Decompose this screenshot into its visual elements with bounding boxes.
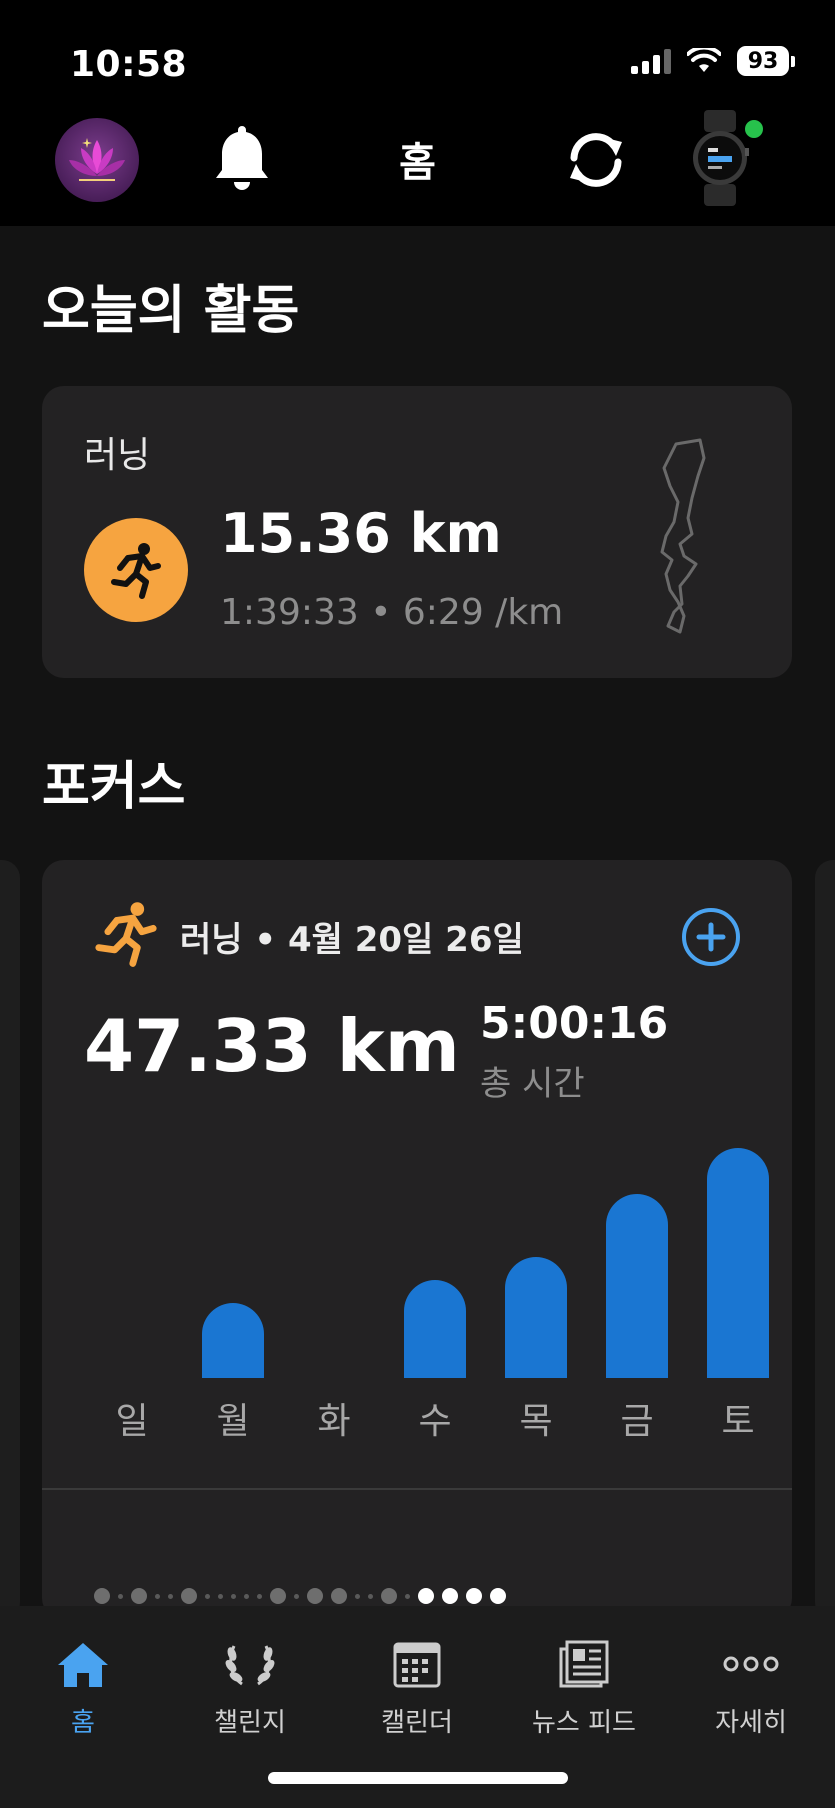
tab-label: 자세히 xyxy=(715,1708,787,1738)
chart-day-label: 수 xyxy=(418,1401,452,1442)
page-dot[interactable] xyxy=(307,1588,323,1604)
page-dot[interactable] xyxy=(418,1588,434,1604)
activity-card[interactable]: 러닝 15.36 km 1:39:33 • 6:29 /km xyxy=(42,386,792,678)
newsfeed-icon xyxy=(559,1640,609,1688)
calendar-icon xyxy=(393,1642,441,1688)
page-dot[interactable] xyxy=(270,1588,286,1604)
previous-focus-card[interactable] xyxy=(0,860,20,1620)
page-dot[interactable] xyxy=(218,1593,223,1599)
focus-title: 러닝 • 4월 20일 26일 xyxy=(180,920,524,960)
battery-icon: 93 xyxy=(737,46,795,76)
page-dot[interactable] xyxy=(381,1588,397,1604)
page-dot[interactable] xyxy=(257,1593,262,1599)
tab-label: 뉴스 피드 xyxy=(532,1708,636,1738)
focus-card[interactable]: 러닝 • 4월 20일 26일 47.33 km 5:00:16 총 시간 일 월… xyxy=(42,860,792,1620)
focus-distance: 47.33 km xyxy=(84,1004,460,1088)
chart-bar xyxy=(606,1194,668,1378)
activity-time-pace: 1:39:33 • 6:29 /km xyxy=(220,592,564,633)
page-dot[interactable] xyxy=(118,1593,123,1599)
next-focus-card[interactable] xyxy=(815,860,835,1620)
top-bar: 10:58 93 홈 xyxy=(0,0,835,226)
chart-day-label: 화 xyxy=(317,1401,351,1442)
page-dot[interactable] xyxy=(294,1593,299,1599)
chart-day-label: 금 xyxy=(620,1401,654,1442)
running-icon xyxy=(111,543,161,599)
plus-circle-icon xyxy=(696,922,726,952)
page-dot[interactable] xyxy=(231,1593,236,1599)
page-indicator[interactable] xyxy=(90,1588,510,1604)
page-dot[interactable] xyxy=(168,1593,173,1599)
chart-day-label: 월 xyxy=(216,1401,250,1442)
tab-challenges[interactable]: 챌린지 xyxy=(180,1632,320,1739)
tab-newsfeed[interactable]: 뉴스 피드 xyxy=(514,1632,654,1739)
tab-home[interactable]: 홈 xyxy=(13,1632,153,1739)
page-dot[interactable] xyxy=(205,1593,210,1599)
divider xyxy=(42,1488,792,1490)
activity-icon-badge xyxy=(84,518,188,622)
page-dot[interactable] xyxy=(131,1588,147,1604)
chart-bar xyxy=(404,1280,466,1378)
page-dot[interactable] xyxy=(244,1593,249,1599)
page-dot[interactable] xyxy=(368,1593,373,1599)
watch-icon[interactable] xyxy=(690,110,750,206)
chart-bar xyxy=(505,1257,567,1378)
chart-bar xyxy=(202,1303,264,1378)
chart-day-label: 토 xyxy=(721,1401,755,1442)
chart-day-label: 일 xyxy=(115,1401,149,1442)
tab-calendar[interactable]: 캘린더 xyxy=(347,1632,487,1739)
add-button[interactable] xyxy=(682,908,740,966)
sync-icon[interactable] xyxy=(560,128,632,192)
status-icons: 93 xyxy=(631,46,795,76)
page-dot[interactable] xyxy=(490,1588,506,1604)
page-dot[interactable] xyxy=(442,1588,458,1604)
battery-level: 93 xyxy=(747,48,779,74)
running-icon xyxy=(95,902,157,967)
route-map-icon xyxy=(660,438,706,634)
cellular-signal-icon xyxy=(631,48,671,74)
status-time: 10:58 xyxy=(70,44,188,85)
today-section-title: 오늘의 활동 xyxy=(42,281,300,341)
focus-section-title: 포커스 xyxy=(42,757,186,817)
activity-distance: 15.36 km xyxy=(220,502,502,565)
page-dot[interactable] xyxy=(331,1588,347,1604)
page-dot[interactable] xyxy=(94,1588,110,1604)
tab-label: 챌린지 xyxy=(214,1708,286,1738)
home-indicator xyxy=(268,1772,568,1784)
tab-label: 캘린더 xyxy=(381,1708,453,1738)
focus-total-time-label: 총 시간 xyxy=(480,1064,585,1104)
home-icon xyxy=(58,1643,108,1687)
chart-bar xyxy=(707,1148,769,1378)
page-dot[interactable] xyxy=(155,1593,160,1599)
laurel-icon xyxy=(225,1645,275,1686)
watch-connected-indicator xyxy=(745,120,763,138)
page-dot[interactable] xyxy=(466,1588,482,1604)
page-dot[interactable] xyxy=(355,1593,360,1599)
page-dot[interactable] xyxy=(181,1588,197,1604)
tab-label: 홈 xyxy=(71,1708,95,1738)
focus-total-time: 5:00:16 xyxy=(480,998,669,1049)
activity-type-label: 러닝 xyxy=(84,435,151,476)
page-dot[interactable] xyxy=(405,1593,410,1599)
tab-more[interactable]: 자세히 xyxy=(681,1632,821,1739)
more-icon xyxy=(723,1656,779,1672)
wifi-icon xyxy=(687,48,721,72)
chart-day-label: 목 xyxy=(519,1401,553,1442)
